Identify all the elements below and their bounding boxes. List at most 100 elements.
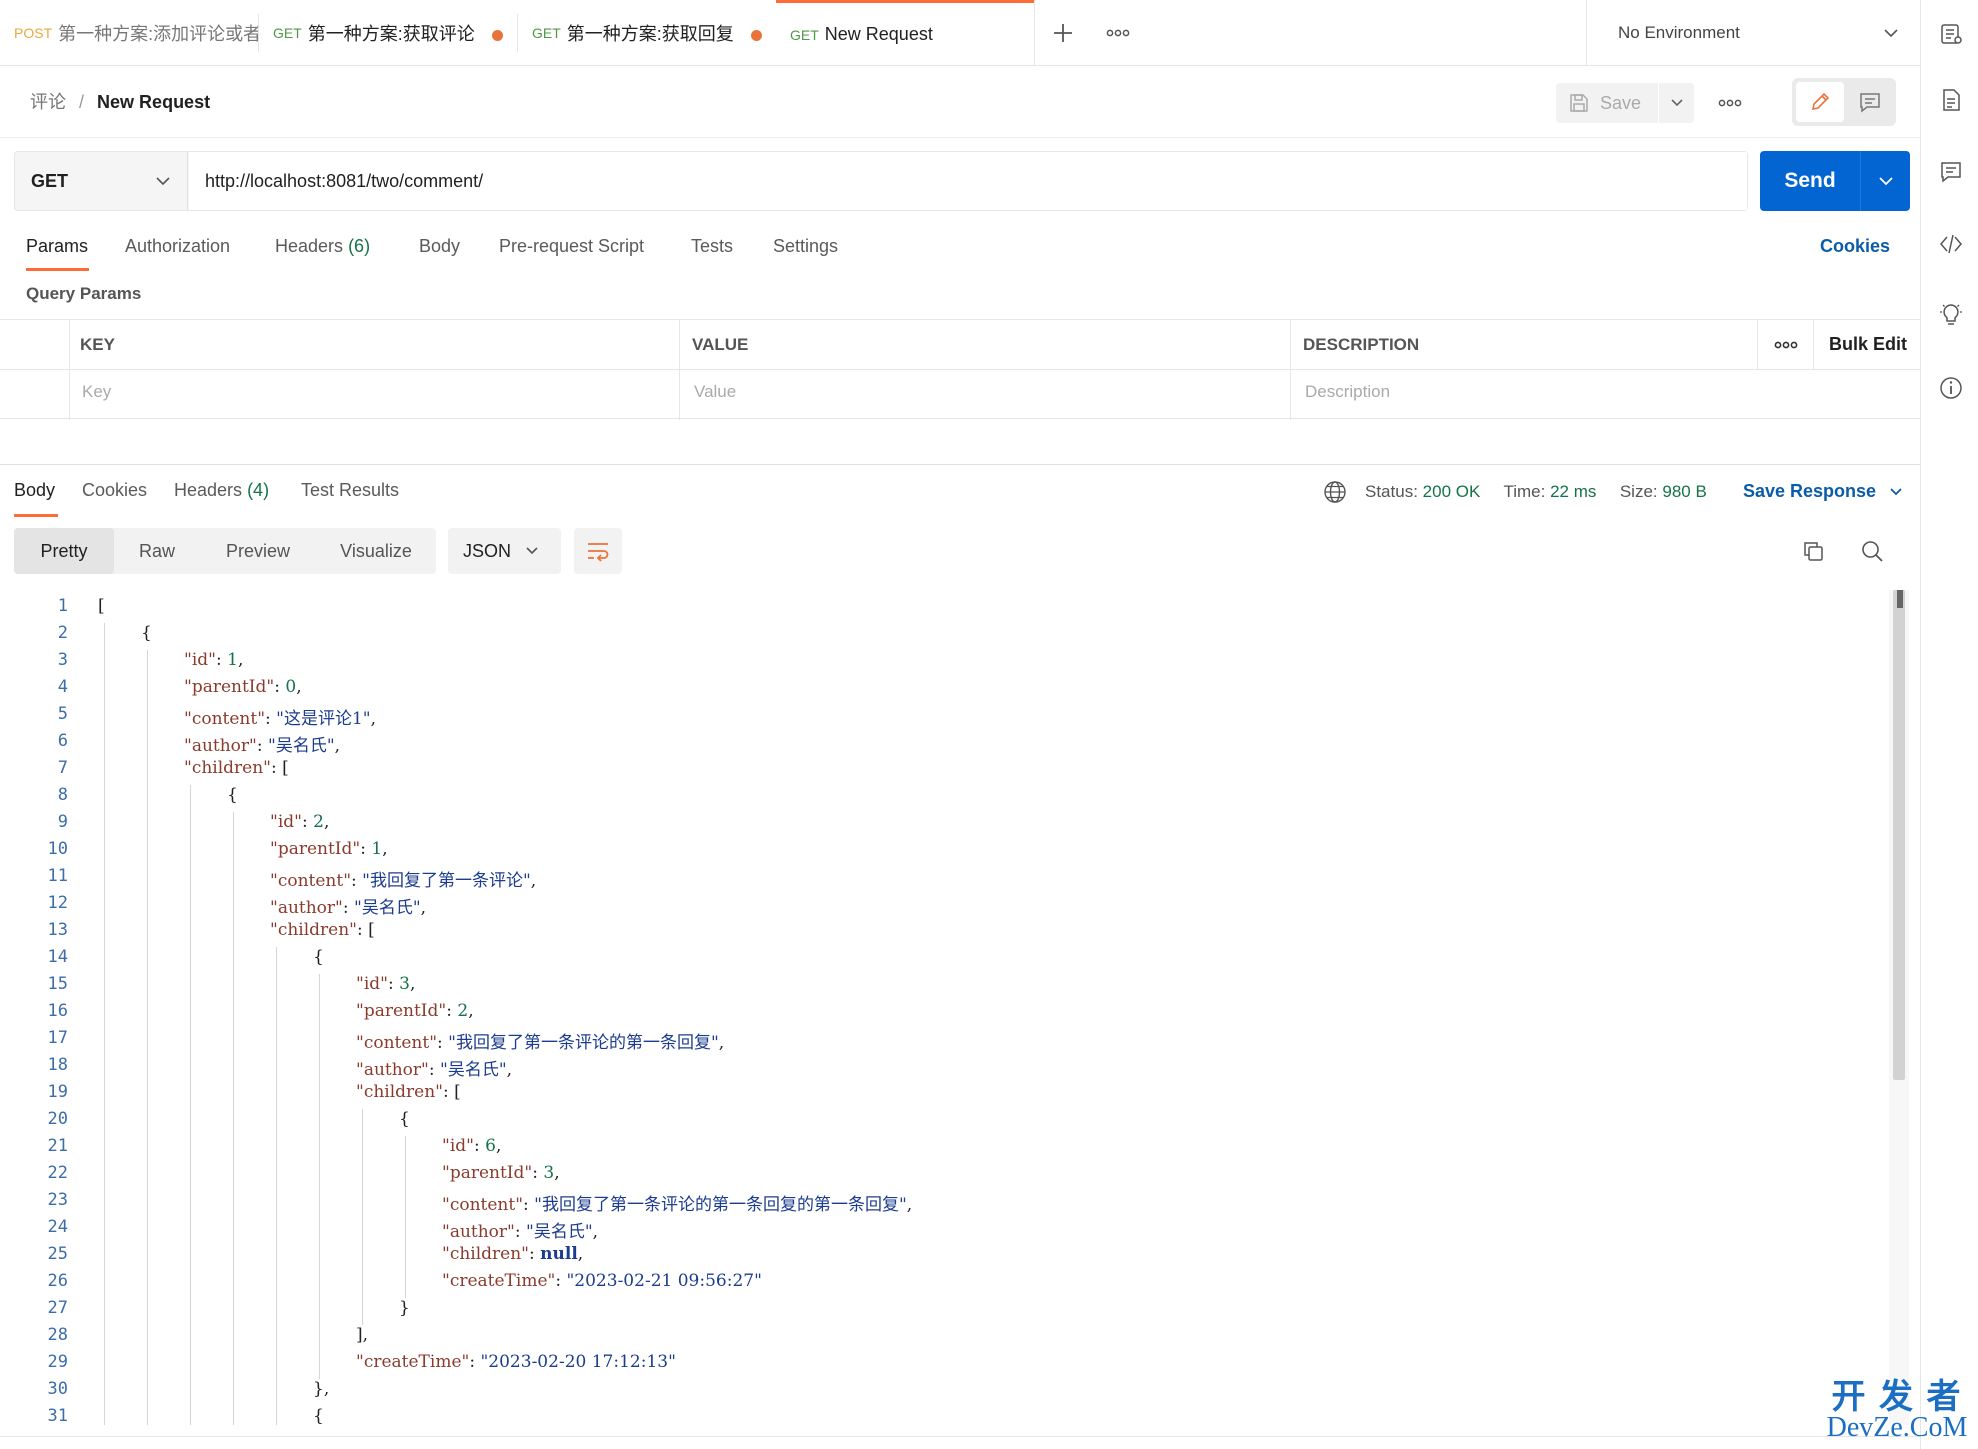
line-number: 28 [47, 1325, 68, 1345]
tab-params[interactable]: Params [26, 236, 89, 271]
line-number: 16 [47, 1001, 68, 1021]
comments-icon[interactable] [1939, 160, 1963, 184]
response-body-viewer[interactable]: 1 [2 {3 "id": 1, 4 "parentId": 0, 5 "content": … [0, 590, 1890, 1425]
send-dropdown-button[interactable] [1861, 151, 1910, 211]
response-tab-body[interactable]: Body [14, 480, 58, 517]
indent-guide [147, 650, 148, 1425]
breadcrumb: 评论 / New Request [30, 88, 210, 114]
new-tab-plus-icon[interactable] [1052, 22, 1074, 44]
save-button[interactable]: Save [1556, 83, 1658, 123]
edit-mode-button[interactable] [1796, 82, 1844, 122]
line-number: 25 [47, 1244, 68, 1264]
unsaved-dot [492, 30, 503, 41]
headers-count: (6) [348, 236, 371, 256]
line-number: 11 [47, 866, 68, 886]
response-headers-label: Headers [174, 480, 243, 500]
code-line: "author": "吴名氏", [442, 1222, 599, 1242]
description-input[interactable]: Description [1305, 382, 1390, 402]
request-tab-3-active[interactable]: GET New Request [776, 0, 1034, 66]
indent-guide [190, 785, 191, 1425]
time-value[interactable]: 22 ms [1550, 482, 1596, 501]
code-line: "children": [ [184, 758, 289, 778]
line-number: 27 [47, 1298, 68, 1318]
size-value[interactable]: 980 B [1662, 482, 1706, 501]
code-line: { [313, 947, 324, 967]
view-toggle [1792, 78, 1896, 126]
globe-icon[interactable] [1323, 480, 1347, 504]
environment-quick-look-icon[interactable] [1939, 22, 1963, 46]
tab-name: New Request [824, 24, 933, 44]
documentation-icon[interactable] [1939, 88, 1963, 112]
status-value[interactable]: 200 OK [1423, 482, 1481, 501]
watermark-line1: 开 发 者 [1831, 1378, 1963, 1416]
code-line: "id": 1, [184, 650, 244, 670]
indent-guide [104, 623, 105, 1425]
tab-authorization[interactable]: Authorization [125, 236, 230, 257]
tab-headers[interactable]: Headers (6) [275, 236, 370, 257]
chevron-down-icon [1670, 99, 1683, 107]
save-dropdown-button[interactable] [1659, 83, 1694, 123]
view-raw[interactable]: Raw [114, 528, 200, 574]
tab-tests[interactable]: Tests [691, 236, 733, 257]
indent-guide [405, 1136, 406, 1298]
line-number: 3 [57, 650, 68, 670]
response-tab-cookies[interactable]: Cookies [82, 480, 147, 501]
line-number: 10 [47, 839, 68, 859]
request-more-icon[interactable] [1718, 98, 1742, 108]
size-label: Size: [1619, 482, 1658, 501]
request-tab-2[interactable]: GET 第一种方案:获取回复 [518, 0, 776, 66]
line-number: 30 [47, 1379, 68, 1399]
lightbulb-icon[interactable] [1939, 302, 1963, 326]
line-number: 2 [57, 623, 68, 643]
code-line: { [141, 623, 152, 643]
response-tab-headers[interactable]: Headers (4) [174, 480, 269, 501]
line-number: 8 [57, 785, 68, 805]
code-scrollbar[interactable] [1889, 590, 1909, 1425]
breadcrumb-parent[interactable]: 评论 [30, 92, 66, 112]
value-input[interactable]: Value [694, 382, 736, 402]
send-button[interactable]: Send [1760, 151, 1860, 211]
view-visualize[interactable]: Visualize [316, 528, 436, 574]
method-select[interactable]: GET [15, 152, 188, 210]
line-number: 29 [47, 1352, 68, 1372]
watermark-line2: DevZe.CoM [1826, 1412, 1968, 1443]
key-input[interactable]: Key [82, 382, 111, 402]
tab-prerequest-script[interactable]: Pre-request Script [499, 236, 644, 257]
line-number: 18 [47, 1055, 68, 1075]
view-preview[interactable]: Preview [200, 528, 316, 574]
bulk-edit-button[interactable]: Bulk Edit [1829, 334, 1907, 355]
tabs-more-icon[interactable] [1106, 28, 1130, 38]
request-tab-1[interactable]: GET 第一种方案:获取评论 [259, 0, 517, 66]
breadcrumb-current[interactable]: New Request [97, 92, 210, 112]
save-response-button[interactable]: Save Response [1743, 481, 1903, 502]
tab-settings[interactable]: Settings [773, 236, 838, 257]
tab-body[interactable]: Body [419, 236, 460, 257]
comment-mode-button[interactable] [1848, 82, 1892, 122]
code-line: "parentId": 1, [270, 839, 388, 859]
response-status: Status: 200 OK Time: 22 ms Size: 980 B [1365, 482, 1707, 502]
copy-icon[interactable] [1801, 539, 1825, 563]
response-tab-test-results[interactable]: Test Results [301, 480, 399, 501]
format-select[interactable]: JSON [448, 528, 561, 574]
wrap-lines-button[interactable] [574, 528, 622, 574]
code-icon[interactable] [1939, 232, 1963, 256]
url-input[interactable]: http://localhost:8081/two/comment/ [189, 152, 1747, 210]
params-more-icon[interactable] [1774, 340, 1798, 350]
code-line: }, [313, 1379, 330, 1399]
chevron-down-icon [1878, 177, 1893, 186]
code-line: "createTime": "2023-02-20 17:12:13" [356, 1352, 676, 1372]
pane-divider[interactable] [0, 464, 1920, 465]
view-pretty[interactable]: Pretty [14, 528, 114, 574]
info-icon[interactable] [1939, 376, 1963, 400]
scrollbar-thumb[interactable] [1893, 590, 1905, 1080]
response-tab-body-label: Body [14, 480, 56, 500]
column-value: VALUE [692, 335, 749, 354]
code-line: "id": 3, [356, 974, 416, 994]
right-sidebar [1920, 0, 1978, 1449]
environment-select[interactable]: No Environment [1588, 0, 1920, 66]
search-icon[interactable] [1860, 539, 1884, 563]
cookies-link[interactable]: Cookies [1820, 236, 1890, 257]
unsaved-dot [751, 30, 762, 41]
tab-params-label: Params [26, 236, 89, 256]
request-tab-0[interactable]: POST 第一种方案:添加评论或者 [0, 0, 258, 66]
